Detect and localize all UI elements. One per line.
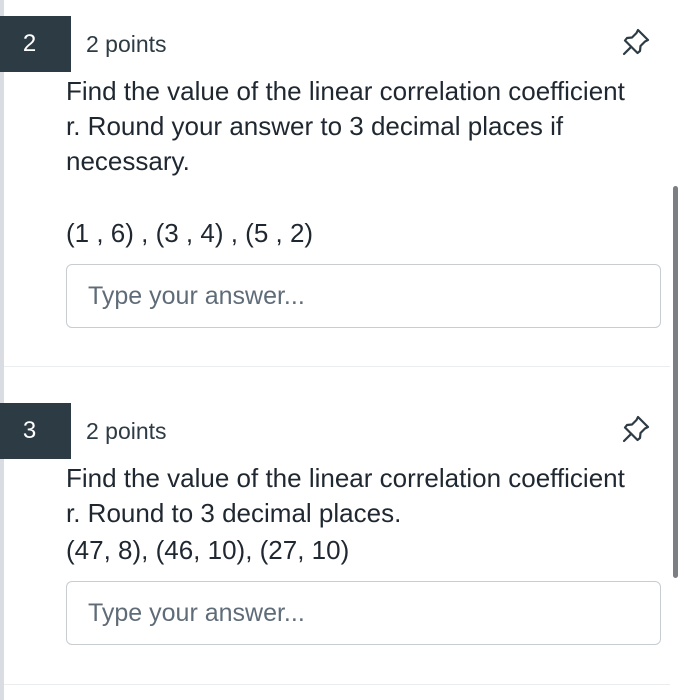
- scrollbar-thumb[interactable]: [673, 186, 678, 578]
- question-prompt-text: Find the value of the linear correlation…: [66, 463, 625, 528]
- answer-input[interactable]: [66, 581, 661, 645]
- question-data-points: (47, 8), (46, 10), (27, 10): [66, 535, 350, 565]
- pin-icon[interactable]: [621, 414, 651, 444]
- question-number-badge: 3: [0, 403, 71, 459]
- question-divider: [4, 684, 670, 685]
- question-points: 2 points: [86, 418, 167, 444]
- question-prompt: Find the value of the linear correlation…: [66, 461, 646, 531]
- pin-icon-graphic: [622, 415, 650, 443]
- question-3: 3 2 points Find the value of the linear …: [0, 0, 670, 684]
